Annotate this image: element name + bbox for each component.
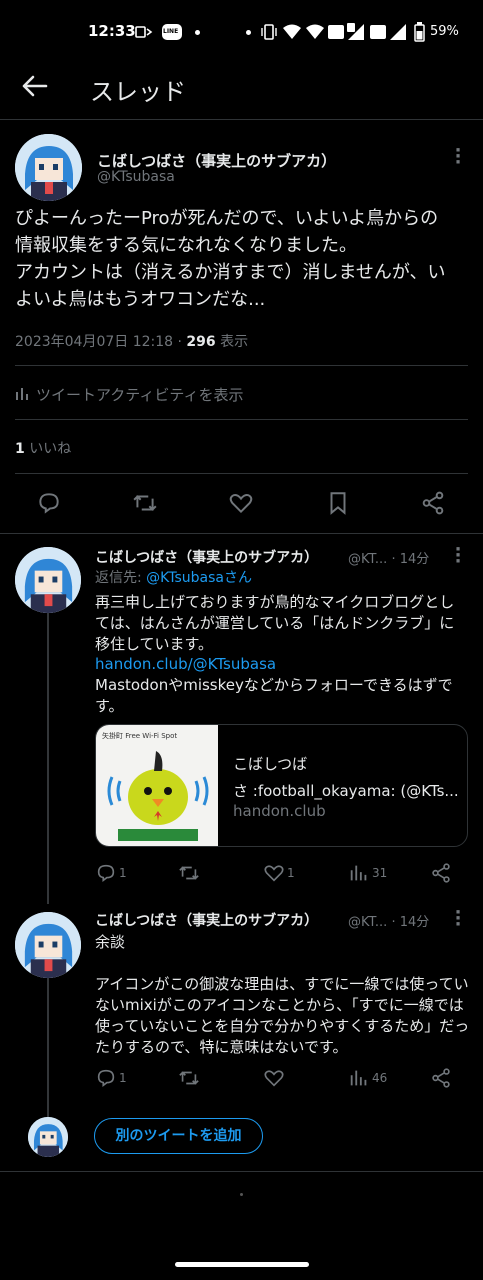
reply-text: アイコンがこの御波な理由は、すでに一線では使っていないmixiがこのアイコンなこ… [95, 975, 470, 1056]
reply-to-user-link[interactable]: @KTsubasaさん [146, 570, 252, 586]
views-count: 296 [186, 334, 216, 350]
analytics-icon [16, 388, 28, 400]
vibrate-icon [261, 24, 277, 40]
reply-text-line: 余談 [95, 933, 126, 951]
battery-icon [414, 22, 425, 42]
like-count: 1 [287, 866, 295, 880]
views-count: 46 [372, 1071, 388, 1085]
reply-icon[interactable] [95, 862, 117, 884]
wifi-icon [283, 24, 301, 39]
reply-text: Mastodonやmisskeyなどからフォローできるはずです。 [95, 676, 453, 715]
retweet-icon[interactable] [132, 490, 158, 516]
gesture-navigation-bar[interactable] [175, 1262, 309, 1267]
reply-text: 再三申し上げておりますが鳥的なマイクロブログとしては、はんさんが運営している「は… [95, 593, 455, 653]
thread-line [47, 612, 49, 904]
avatar[interactable] [15, 547, 81, 613]
card-image: 矢掛町 Free Wi-Fi Spot [96, 725, 218, 846]
card-image-caption: 矢掛町 Free Wi-Fi Spot [102, 732, 178, 740]
battery-percent: 59% [430, 24, 459, 39]
signal-volte-icon [328, 23, 364, 40]
status-dot-icon [246, 30, 251, 35]
sim-icon [135, 26, 153, 38]
card-title-line2: さ :football_okayama: (@KTs... [233, 782, 459, 800]
avatar-pixel-art [28, 1117, 68, 1157]
divider [15, 473, 468, 474]
reply-count: 1 [119, 1071, 127, 1085]
divider [15, 419, 468, 420]
reply-to: 返信先: @KTsubasaさん [95, 568, 252, 589]
avatar[interactable] [15, 134, 82, 201]
author-name[interactable]: こばしつばさ（事実上のサブアカ） [95, 547, 318, 567]
likes-label: いいね [24, 441, 72, 457]
avatar-small[interactable] [28, 1117, 68, 1157]
notification-dot-icon [195, 30, 200, 35]
author-name[interactable]: こばしつばさ（事実上のサブアカ） [95, 910, 318, 930]
like-heart-icon[interactable] [263, 1067, 285, 1089]
author-name[interactable]: こばしつばさ（事実上のサブアカ） [97, 150, 336, 171]
tweet-text: ぴよーんったーProが死んだので、いよいよ鳥からの 情報収集をする気になれなくな… [15, 205, 475, 313]
reply-icon[interactable] [36, 490, 62, 516]
views-label: 表示 [215, 334, 249, 350]
tweet-text-line: アカウントは（消えるか消すまで）消しませんが、い [15, 262, 446, 283]
handle-time[interactable]: @KT... · 14分 [348, 911, 429, 930]
tweet-meta: 2023年04月07日 12:18 · 296 表示 [15, 331, 248, 351]
thread-line [47, 978, 49, 1118]
signal-volte-icon-2 [370, 24, 406, 40]
avatar[interactable] [15, 912, 81, 978]
more-options-icon[interactable]: · · · [453, 904, 463, 934]
tweet-text-line: よいよ鳥はもうオワコンだな... [15, 289, 266, 310]
avatar-pixel-art [15, 912, 81, 978]
likes-count: 1 [15, 441, 25, 457]
wifi-icon-2 [306, 24, 324, 39]
divider [0, 533, 483, 534]
mascot-bird-image [107, 751, 209, 841]
page-title: スレッド [90, 78, 186, 106]
add-tweet-button[interactable]: 別のツイートを追加 [94, 1118, 263, 1154]
author-handle[interactable]: @KTsubasa [97, 169, 175, 185]
divider [15, 365, 468, 366]
views-chart-icon[interactable] [348, 862, 370, 884]
activity-label: ツイートアクティビティを表示 [36, 386, 244, 404]
views-count: 31 [372, 866, 388, 880]
more-options-icon[interactable]: · · · [453, 541, 463, 571]
reply-to-prefix: 返信先: [95, 570, 147, 586]
handle-time[interactable]: @KT... · 14分 [348, 548, 429, 567]
link-card[interactable]: 矢掛町 Free Wi-Fi Spot こばしつば さ :football_ok… [95, 724, 468, 847]
tweet-timestamp[interactable]: 2023年04月07日 12:18 · [15, 334, 186, 350]
likes-summary[interactable]: 1 いいね [15, 438, 71, 458]
reply-icon[interactable] [95, 1067, 117, 1089]
divider [0, 1171, 483, 1172]
retweet-icon[interactable] [178, 862, 200, 884]
back-arrow-icon[interactable] [20, 68, 52, 104]
card-title-line1: こばしつば [233, 755, 308, 773]
status-bar: 12:33 LINE 59% [0, 0, 483, 64]
profile-link[interactable]: handon.club/@KTsubasa [95, 654, 276, 675]
status-time: 12:33 [88, 22, 136, 40]
reply-count: 1 [119, 866, 127, 880]
line-app-icon: LINE [162, 24, 182, 40]
avatar-pixel-art [15, 547, 81, 613]
more-options-icon[interactable]: · · · [453, 142, 463, 172]
loading-dot [240, 1193, 243, 1196]
views-chart-icon[interactable] [348, 1067, 370, 1089]
share-icon[interactable] [430, 862, 452, 884]
retweet-icon[interactable] [178, 1067, 200, 1089]
activity-link[interactable]: ツイートアクティビティを表示 [15, 378, 468, 408]
share-icon[interactable] [420, 490, 446, 516]
avatar-pixel-art [15, 134, 82, 201]
bookmark-icon[interactable] [325, 490, 351, 516]
share-icon[interactable] [430, 1067, 452, 1089]
card-domain: handon.club [233, 802, 326, 820]
tweet-text-line: ぴよーんったーProが死んだので、いよいよ鳥からの [15, 208, 439, 229]
header-divider [0, 119, 483, 120]
like-heart-icon[interactable] [263, 862, 285, 884]
tweet-text-line: 情報収集をする気になれなくなりました。 [15, 235, 357, 256]
like-heart-icon[interactable] [228, 490, 254, 516]
